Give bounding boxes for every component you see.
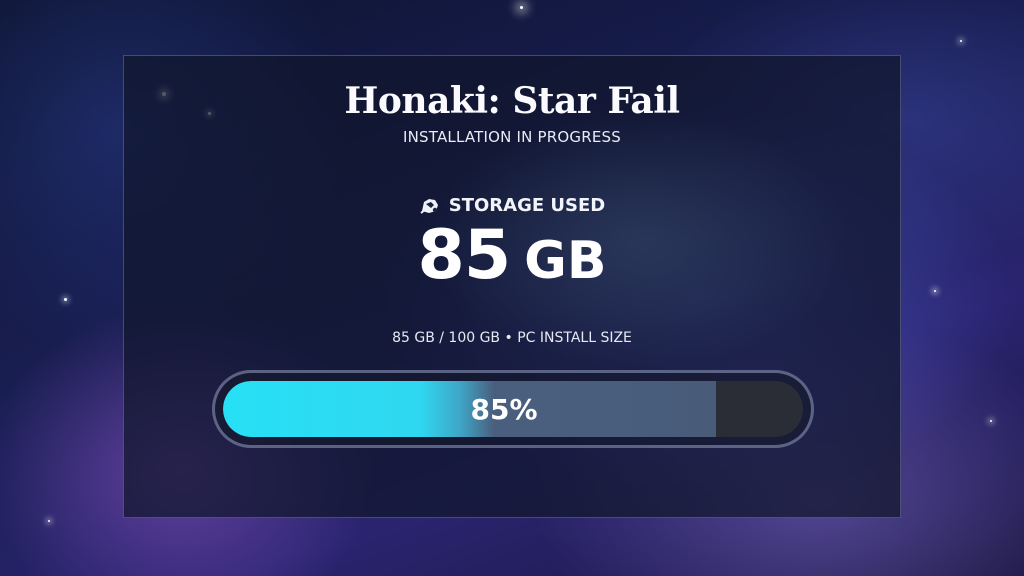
progress-track: 85% (223, 381, 803, 437)
install-status: INSTALLATION IN PROGRESS (402, 128, 621, 146)
star (934, 290, 936, 292)
star (520, 6, 523, 9)
star (960, 40, 962, 42)
storage-value: 85 GB (0, 222, 1024, 290)
progress-bar: 85% (212, 370, 814, 448)
star (64, 298, 67, 301)
storage-detail: 85 GB / 100 GB • PC INSTALL SIZE (392, 330, 632, 346)
storage-header: STORAGE USED (0, 195, 1024, 216)
storage-value-unit: GB (524, 231, 607, 291)
storage-label: STORAGE USED (448, 195, 606, 216)
star (48, 520, 50, 522)
storage-value-number: 85 (417, 216, 512, 295)
progress-percent: 85% (470, 392, 538, 426)
game-title: Honaki: Star Fail (344, 80, 680, 122)
storage-icon (419, 196, 441, 216)
star (990, 420, 992, 422)
